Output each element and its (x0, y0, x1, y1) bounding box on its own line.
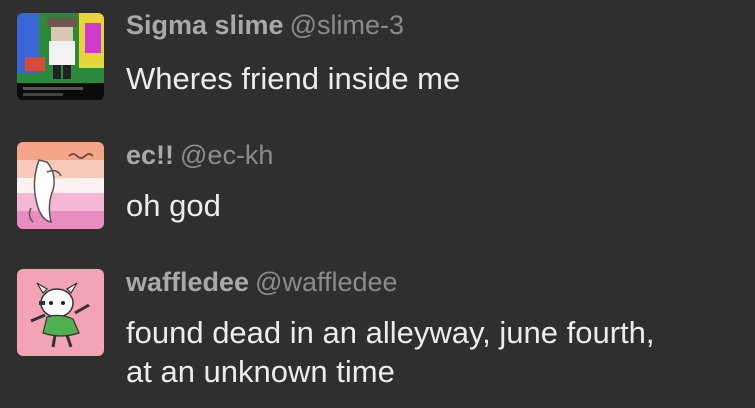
post-feed: Sigma slime @slime-3 Wheres friend inside… (0, 0, 755, 408)
striped-flag-doodle-avatar-icon (17, 142, 104, 229)
post-text-line: found dead in an alleyway, june fourth, (126, 315, 655, 350)
display-name[interactable]: Sigma slime (126, 10, 284, 40)
post-text: found dead in an alleyway, june fourth, … (126, 313, 736, 391)
post-text-line: at an unknown time (126, 354, 395, 389)
avatar[interactable] (17, 142, 104, 229)
post-text-line: Wheres friend inside me (126, 61, 461, 96)
post-text: oh god (126, 186, 736, 225)
post-header: Sigma slime @slime-3 (126, 9, 404, 41)
post-text: Wheres friend inside me (126, 59, 736, 98)
post-text-line: oh god (126, 188, 221, 223)
display-name[interactable]: waffledee (126, 267, 249, 297)
post-header: waffledee @waffledee (126, 266, 398, 298)
user-handle[interactable]: @ec-kh (180, 140, 273, 170)
display-name[interactable]: ec!! (126, 140, 174, 170)
avatar[interactable] (17, 13, 104, 100)
goat-character-avatar-icon (17, 269, 104, 356)
avatar[interactable] (17, 269, 104, 356)
roblox-character-avatar-icon (17, 13, 104, 100)
user-handle[interactable]: @slime-3 (290, 10, 404, 40)
post-header: ec!! @ec-kh (126, 139, 273, 171)
user-handle[interactable]: @waffledee (255, 267, 398, 297)
